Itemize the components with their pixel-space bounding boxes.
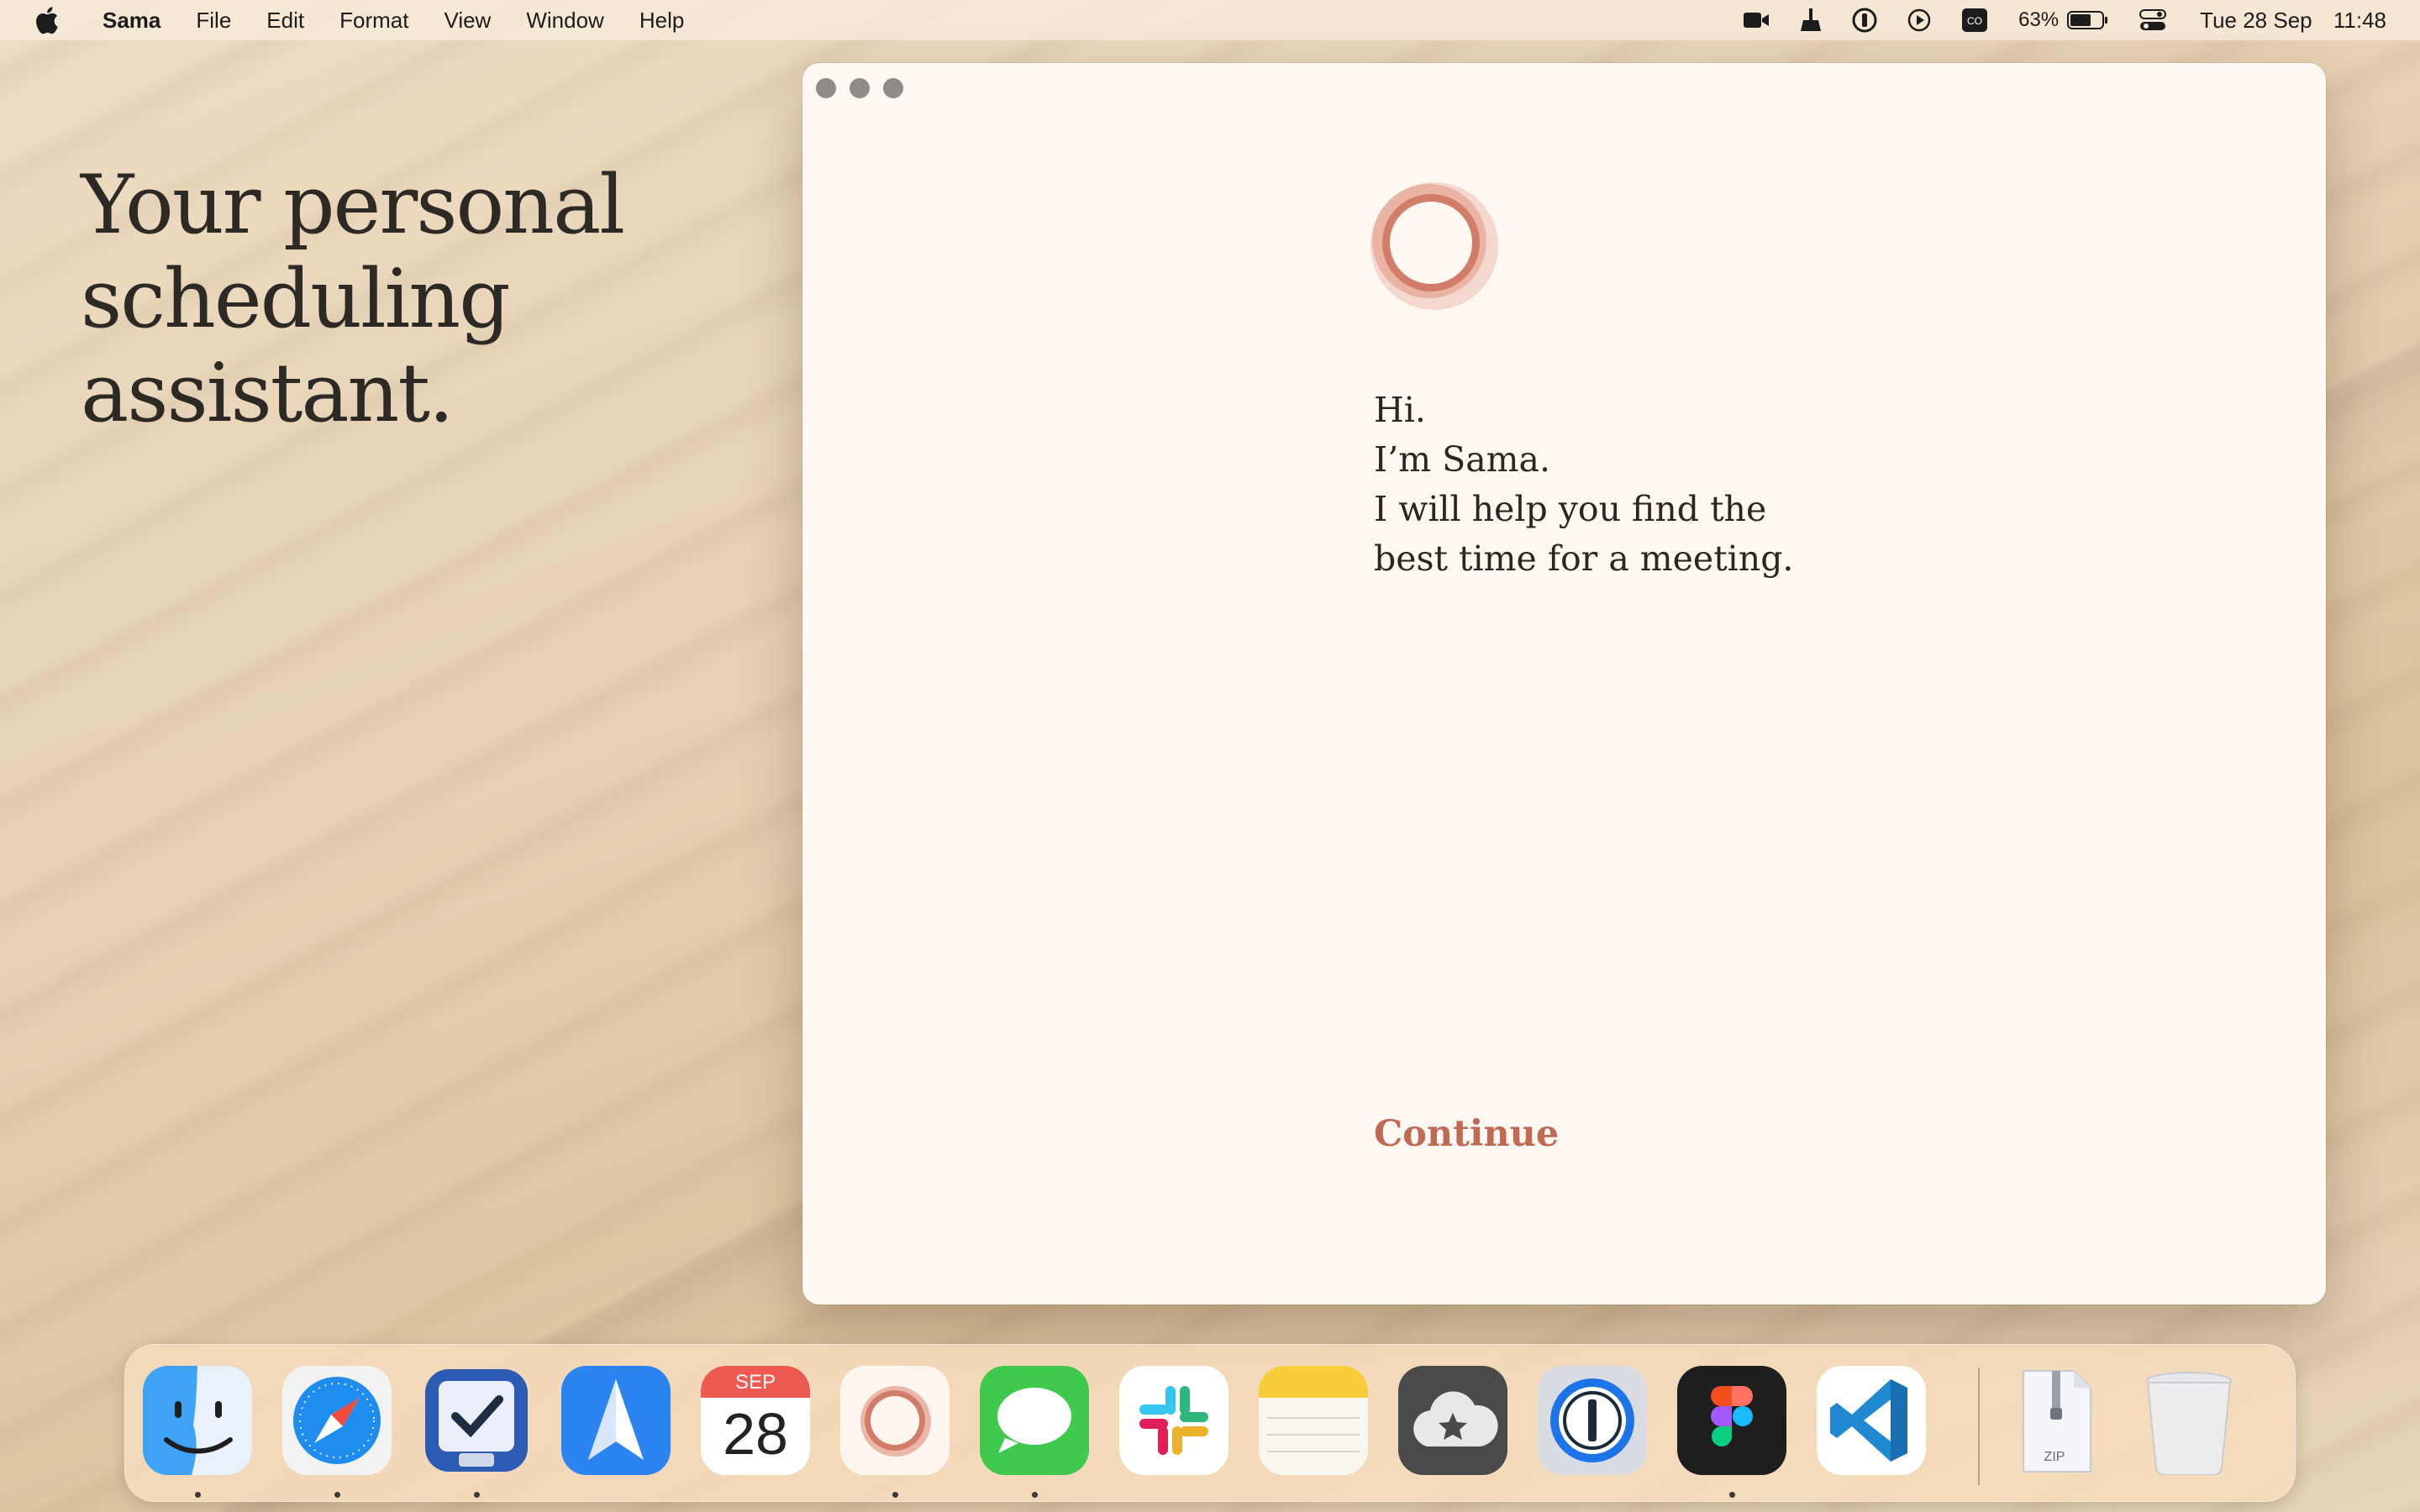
menu-file[interactable]: File	[196, 8, 231, 34]
continue-button[interactable]: Continue	[1374, 1113, 1559, 1155]
dock-trash[interactable]	[2134, 1366, 2244, 1477]
dock: SEP 28 ZIP	[124, 1344, 2296, 1502]
zip-label: ZIP	[2044, 1450, 2065, 1464]
menu-app-name[interactable]: Sama	[103, 8, 160, 34]
menu-format[interactable]: Format	[339, 8, 408, 34]
greeting-line: Hi.	[1374, 390, 1426, 430]
greeting-line: I’m Sama.	[1374, 439, 1551, 480]
dock-1password[interactable]	[1538, 1366, 1647, 1475]
slack-icon	[1139, 1386, 1208, 1455]
sama-window: Hi. I’m Sama. I will help you find the b…	[802, 63, 2326, 1305]
dock-calendar[interactable]: SEP 28	[701, 1366, 810, 1475]
1password-icon	[1538, 1366, 1647, 1475]
control-center-icon[interactable]	[2139, 8, 2167, 32]
hero-line-2: scheduling	[81, 252, 511, 346]
window-controls	[816, 78, 917, 98]
apple-menu-icon[interactable]	[34, 6, 59, 34]
dock-spark[interactable]	[561, 1366, 671, 1475]
minimize-button[interactable]	[850, 78, 870, 98]
dock-cloud-app[interactable]	[1398, 1366, 1507, 1475]
dock-sama[interactable]	[840, 1366, 950, 1498]
running-indicator	[892, 1492, 898, 1498]
trash-icon	[2146, 1372, 2232, 1477]
dock-separator	[1978, 1368, 1980, 1485]
battery-percentage: 63%	[2018, 8, 2060, 31]
dock-vscode[interactable]	[1817, 1366, 1926, 1475]
safari-icon	[282, 1366, 392, 1475]
battery-icon[interactable]	[2067, 10, 2109, 30]
menubar-time: 11:48	[2333, 7, 2386, 33]
dock-figma[interactable]	[1677, 1366, 1786, 1498]
menu-help[interactable]: Help	[639, 8, 684, 34]
menu-window[interactable]: Window	[526, 8, 603, 34]
menu-view[interactable]: View	[444, 8, 491, 34]
checkmark-task-icon	[425, 1369, 528, 1472]
greeting-message: Hi. I’m Sama. I will help you find the b…	[1374, 386, 1962, 584]
hero-tagline: Your personal scheduling assistant.	[81, 158, 719, 440]
greeting-line: best time for a meeting.	[1374, 538, 1794, 579]
running-indicator	[334, 1492, 340, 1498]
vscode-icon	[1830, 1379, 1907, 1462]
dock-zip-archive[interactable]: ZIP	[2000, 1366, 2109, 1475]
running-indicator	[195, 1492, 201, 1498]
calendar-day: 28	[723, 1401, 788, 1467]
cloud-star-icon	[1398, 1366, 1507, 1475]
play-icon[interactable]	[1907, 8, 1931, 32]
running-indicator	[1729, 1492, 1735, 1498]
dock-notes[interactable]	[1259, 1366, 1368, 1475]
menu-bar: Sama File Edit Format View Window Help C…	[0, 0, 2420, 40]
video-camera-icon[interactable]	[1743, 10, 1770, 30]
greeting-line: I will help you find the	[1374, 489, 1767, 529]
svg-text:CO: CO	[1967, 15, 1982, 27]
dock-messages[interactable]	[980, 1366, 1089, 1498]
dock-safari[interactable]	[282, 1366, 392, 1498]
hero-line-3: assistant.	[81, 346, 454, 440]
zoom-button[interactable]	[883, 78, 903, 98]
menu-edit[interactable]: Edit	[266, 8, 304, 34]
hero-line-1: Your personal	[81, 158, 625, 252]
figma-icon	[1677, 1366, 1786, 1475]
sama-app-icon	[860, 1386, 931, 1457]
calendar-month: SEP	[701, 1366, 810, 1398]
running-indicator	[1032, 1492, 1038, 1498]
dock-slack[interactable]	[1119, 1366, 1228, 1475]
co-icon[interactable]: CO	[1961, 8, 1988, 33]
chat-bubble-icon	[980, 1366, 1089, 1475]
sama-logo-icon	[1365, 172, 1500, 315]
paper-plane-icon	[561, 1366, 671, 1475]
close-button[interactable]	[816, 78, 836, 98]
password-manager-icon[interactable]	[1852, 8, 1877, 33]
broom-icon[interactable]	[1800, 8, 1822, 33]
running-indicator	[474, 1492, 480, 1498]
notes-icon	[1259, 1366, 1368, 1475]
menubar-date: Tue 28 Sep	[2200, 7, 2312, 33]
finder-icon	[143, 1366, 252, 1475]
dock-finder[interactable]	[143, 1366, 252, 1498]
menubar-clock[interactable]: Tue 28 Sep 11:48	[2200, 8, 2386, 34]
dock-omnifocus[interactable]	[422, 1366, 531, 1498]
